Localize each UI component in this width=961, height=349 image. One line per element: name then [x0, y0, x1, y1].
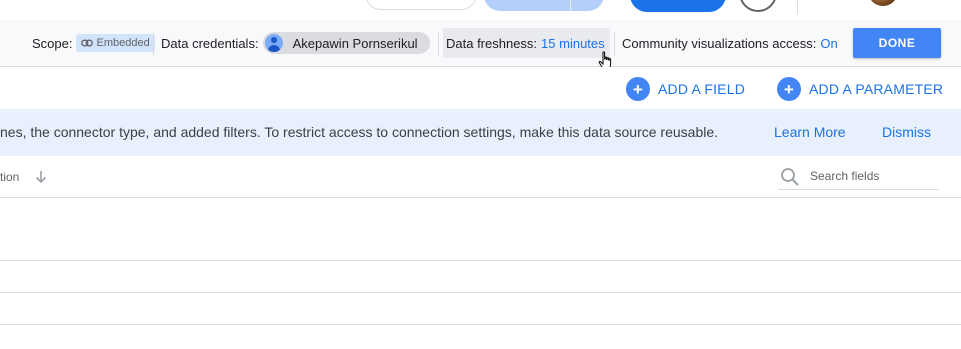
freshness-label: Data freshness: — [446, 35, 538, 51]
divider — [614, 32, 615, 56]
search-icon — [781, 168, 799, 186]
community-value-link[interactable]: On — [820, 36, 837, 51]
scope-label: Scope: — [32, 35, 73, 51]
dismiss-button[interactable]: Dismiss — [882, 124, 931, 140]
column-header-description[interactable]: tion — [0, 170, 19, 184]
person-icon — [264, 34, 283, 52]
done-button[interactable]: DONE — [853, 28, 941, 58]
scope-setting: Scope: Embedded — [32, 20, 155, 66]
data-source-settings-bar: Scope: Embedded Data credentials: Akepaw… — [0, 20, 961, 67]
freshness-value-link[interactable]: 15 minutes — [541, 36, 605, 51]
header-primary-button[interactable] — [630, 0, 726, 12]
arrow-down-icon[interactable] — [34, 169, 48, 185]
community-viz-setting: Community visualizations access: On — [622, 20, 838, 66]
field-actions-row: + ADD A FIELD + ADD A PARAMETER — [0, 67, 961, 109]
scope-embedded-chip[interactable]: Embedded — [76, 34, 155, 52]
help-icon[interactable] — [739, 0, 777, 12]
table-row — [0, 324, 961, 325]
add-field-label: ADD A FIELD — [658, 81, 746, 97]
account-avatar[interactable] — [868, 0, 898, 6]
header-divider — [797, 0, 798, 14]
learn-more-link[interactable]: Learn More — [774, 124, 846, 140]
freshness-setting[interactable]: Data freshness: 15 minutes — [443, 28, 610, 58]
plus-icon: + — [626, 77, 650, 101]
add-field-button[interactable]: + ADD A FIELD — [626, 77, 745, 101]
add-parameter-button[interactable]: + ADD A PARAMETER — [777, 77, 943, 101]
table-row — [0, 292, 961, 293]
credentials-user-name: Akepawin Pornserikul — [292, 35, 418, 51]
scope-value: Embedded — [96, 37, 150, 49]
credentials-label: Data credentials: — [161, 35, 259, 51]
header-split-button[interactable] — [484, 0, 604, 11]
link-icon — [81, 39, 94, 47]
info-banner: nes, the connector type, and added filte… — [0, 109, 961, 156]
fields-table-header: tion — [0, 156, 961, 198]
add-parameter-label: ADD A PARAMETER — [809, 81, 944, 97]
plus-icon: + — [777, 77, 801, 101]
community-label: Community visualizations access: — [622, 35, 817, 51]
credentials-setting: Data credentials: Akepawin Pornserikul — [161, 20, 430, 66]
divider — [153, 32, 154, 56]
header-outline-button[interactable] — [365, 0, 477, 10]
banner-message: nes, the connector type, and added filte… — [0, 124, 719, 140]
table-row — [0, 260, 961, 261]
search-fields-input[interactable] — [810, 169, 935, 183]
credentials-user-chip[interactable]: Akepawin Pornserikul — [262, 32, 430, 54]
divider — [438, 32, 439, 56]
search-fields-box — [778, 166, 939, 190]
app-header — [0, 0, 961, 23]
